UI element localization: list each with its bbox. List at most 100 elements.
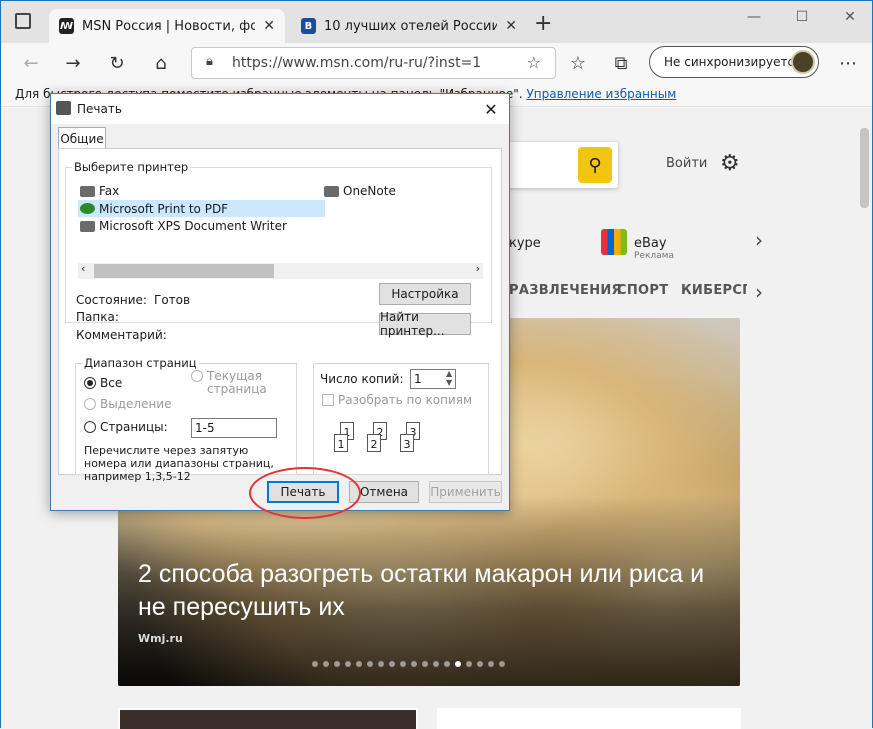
- checkbox-label: Разобрать по копиям: [338, 393, 473, 407]
- url-text: https://www.msn.com/ru-ru/?inst=1: [232, 55, 482, 71]
- favorites-icon[interactable]: ☆: [564, 49, 592, 77]
- carousel-dot[interactable]: [411, 661, 417, 667]
- collate-illustration-icon: 11 22 33: [330, 420, 430, 456]
- carousel-dot[interactable]: [433, 661, 439, 667]
- pages-input[interactable]: 1-5: [191, 418, 277, 438]
- more-icon[interactable]: ⋯: [834, 49, 862, 77]
- search-box[interactable]: ⚲: [491, 142, 618, 188]
- printer-onenote[interactable]: OneNote: [324, 184, 396, 198]
- radio-label: Текущая страница: [207, 369, 267, 396]
- spinner-icon[interactable]: ▲ ▼: [446, 369, 452, 387]
- sync-label: Не синхронизируется: [664, 55, 802, 69]
- collate-checkbox[interactable]: Разобрать по копиям: [322, 393, 472, 407]
- carousel-dot[interactable]: [444, 661, 450, 667]
- tab-msn[interactable]: ꟿ MSN Россия | Новости, фото, по ✕: [49, 9, 285, 43]
- gear-icon[interactable]: ⚙: [720, 151, 740, 176]
- carousel-dot[interactable]: [312, 661, 318, 667]
- booking-icon: B: [301, 18, 316, 34]
- checkbox-icon: [322, 394, 334, 406]
- home-icon[interactable]: ⌂: [147, 49, 175, 77]
- tab-general[interactable]: Общие: [58, 127, 106, 149]
- page-scrollbar[interactable]: [857, 108, 872, 729]
- back-icon[interactable]: ←: [17, 49, 45, 77]
- close-tab-icon[interactable]: ✕: [263, 18, 275, 34]
- scroll-thumb[interactable]: [860, 128, 869, 208]
- article-card[interactable]: [437, 708, 741, 729]
- tab-actions-icon[interactable]: [15, 13, 31, 29]
- printer-xps[interactable]: Microsoft XPS Document Writer: [80, 219, 287, 233]
- tab-panel: Выберите принтер Fax Microsoft Print to …: [58, 148, 502, 483]
- carousel-dot[interactable]: [499, 661, 505, 667]
- new-tab-icon[interactable]: +: [534, 11, 552, 36]
- profile-sync-button[interactable]: Не синхронизируется: [649, 46, 819, 78]
- article-card[interactable]: [118, 708, 418, 729]
- carousel-dot[interactable]: [400, 661, 406, 667]
- printer-icon: [80, 220, 95, 232]
- carousel-dot[interactable]: [367, 661, 373, 667]
- range-all-radio[interactable]: Все: [84, 376, 122, 390]
- chevron-right-icon[interactable]: ›: [755, 228, 763, 252]
- printer-name: OneNote: [343, 184, 396, 198]
- carousel-dot[interactable]: [334, 661, 340, 667]
- printer-icon: [56, 101, 71, 115]
- nav-entertainment[interactable]: РАЗВЛЕЧЕНИЯ: [509, 283, 622, 298]
- tab-strip: ꟿ MSN Россия | Новости, фото, по ✕ B 10 …: [1, 1, 872, 43]
- comment-label: Комментарий:: [76, 328, 167, 342]
- settings-button[interactable]: Настройка: [379, 283, 471, 305]
- scroll-right-icon[interactable]: ›: [476, 262, 480, 275]
- printer-fax[interactable]: Fax: [80, 184, 119, 198]
- tab-title: 10 лучших отелей России - где: [323, 18, 498, 34]
- chevron-right-icon[interactable]: ›: [755, 280, 763, 304]
- copies-group: Число копий: 1 ▲ ▼ Разобрать по копиям 11…: [313, 363, 489, 475]
- print-dialog: Печать ✕ Общие Выберите принтер Fax Micr…: [50, 93, 510, 511]
- printer-pdf[interactable]: Microsoft Print to PDF: [78, 200, 325, 217]
- carousel-dot[interactable]: [466, 661, 472, 667]
- lock-icon[interactable]: 🔒︎: [206, 54, 213, 69]
- folder-label: Папка:: [76, 310, 119, 324]
- carousel-dot[interactable]: [356, 661, 362, 667]
- close-tab-icon[interactable]: ✕: [505, 18, 517, 34]
- printer-list-scrollbar[interactable]: ‹ ›: [78, 262, 483, 279]
- nav-sport[interactable]: СПОРТ: [617, 283, 668, 298]
- range-pages-radio[interactable]: Страницы:: [84, 420, 168, 434]
- carousel-dot[interactable]: [477, 661, 483, 667]
- apply-button[interactable]: Применить: [429, 481, 502, 503]
- carousel-dot[interactable]: [323, 661, 329, 667]
- range-selection-radio[interactable]: Выделение: [84, 397, 171, 411]
- close-icon[interactable]: ✕: [479, 97, 503, 121]
- refresh-icon[interactable]: ↻: [103, 49, 131, 77]
- login-link[interactable]: Войти: [666, 156, 707, 171]
- shop-link[interactable]: кype: [509, 236, 541, 251]
- carousel-dot[interactable]: [422, 661, 428, 667]
- page-range-group: Диапазон страниц Все Текущая страница Вы…: [75, 356, 297, 483]
- radio-label: Все: [100, 376, 123, 390]
- add-favorite-icon[interactable]: ☆: [527, 53, 541, 72]
- carousel-dot[interactable]: [389, 661, 395, 667]
- carousel-dot[interactable]: [345, 661, 351, 667]
- collections-icon[interactable]: ⧉: [607, 49, 635, 77]
- maximize-icon[interactable]: ☐: [779, 5, 825, 29]
- nav-esports[interactable]: КИБЕРСПС: [681, 283, 747, 298]
- manage-favorites-link[interactable]: Управление избранным: [526, 87, 676, 101]
- range-current-radio[interactable]: Текущая страница: [191, 370, 271, 396]
- carousel-dot[interactable]: [378, 661, 384, 667]
- printer-icon: [80, 185, 95, 197]
- hero-title[interactable]: 2 способа разогреть остатки макарон или …: [138, 558, 728, 624]
- carousel-dot[interactable]: [488, 661, 494, 667]
- minimize-icon[interactable]: —: [731, 5, 777, 29]
- dialog-titlebar: Печать ✕: [51, 94, 509, 124]
- close-window-icon[interactable]: ✕: [827, 5, 873, 29]
- scroll-left-icon[interactable]: ‹: [81, 262, 85, 275]
- status-label: Состояние:: [76, 293, 147, 307]
- forward-icon[interactable]: →: [59, 49, 87, 77]
- address-bar[interactable]: 🔒︎ https://www.msn.com/ru-ru/?inst=1 ☆: [191, 47, 556, 79]
- annotation-circle: [249, 467, 361, 519]
- radio-icon: [84, 421, 96, 433]
- find-printer-button[interactable]: Найти принтер...: [379, 310, 471, 338]
- search-icon[interactable]: ⚲: [578, 147, 612, 183]
- tab-booking[interactable]: B 10 лучших отелей России - где ✕: [291, 9, 527, 43]
- scroll-thumb[interactable]: [94, 264, 274, 278]
- msn-icon: ꟿ: [59, 18, 74, 34]
- ebay-link[interactable]: eBay: [634, 236, 667, 251]
- carousel-dot[interactable]: [455, 661, 461, 667]
